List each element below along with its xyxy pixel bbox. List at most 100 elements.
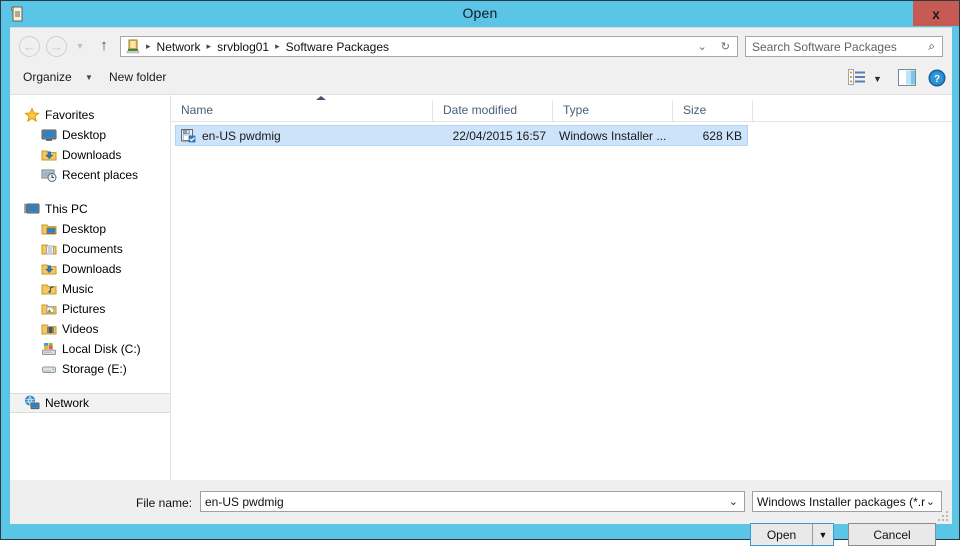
computer-icon xyxy=(24,201,40,217)
sidebar-label: Pictures xyxy=(62,302,105,316)
breadcrumb-separator[interactable]: ▸ xyxy=(270,41,285,52)
search-input[interactable]: Search Software Packages ⌕ xyxy=(745,36,943,57)
downloads-folder-icon xyxy=(41,261,57,277)
file-list-pane[interactable]: Name Date modified Type Size xyxy=(171,95,952,480)
chevron-down-icon[interactable]: ▼ xyxy=(85,73,93,82)
sidebar-item-recent-places[interactable]: Recent places xyxy=(10,165,170,185)
pictures-folder-icon xyxy=(41,301,57,317)
sidebar-item-storage-e[interactable]: Storage (E:) xyxy=(10,359,170,379)
view-list-icon[interactable] xyxy=(848,69,866,85)
chevron-down-icon[interactable]: ⌄ xyxy=(691,40,714,53)
sidebar-spacer xyxy=(10,379,170,393)
column-header-type[interactable]: Type xyxy=(553,100,673,121)
file-name-input[interactable]: en-US pwdmig ⌄ xyxy=(200,491,745,512)
network-globe-icon xyxy=(24,395,40,411)
open-file-dialog-window: Open x ← → ▼ ↑ ▸ Network ▸ xyxy=(0,0,960,540)
file-name-text: en-US pwdmig xyxy=(202,129,281,143)
command-toolbar: Organize ▼ New folder ▼ xyxy=(10,64,952,95)
sidebar-item-music[interactable]: Music xyxy=(10,279,170,299)
sidebar-spacer xyxy=(10,95,170,105)
sidebar-label: Music xyxy=(62,282,93,296)
search-placeholder: Search Software Packages xyxy=(752,40,928,54)
documents-folder-icon xyxy=(41,241,57,257)
sidebar-label: This PC xyxy=(45,202,88,216)
column-headers: Name Date modified Type Size xyxy=(171,100,952,122)
sidebar-label: Favorites xyxy=(45,108,94,122)
network-server-icon xyxy=(125,39,141,55)
sidebar-label: Desktop xyxy=(62,222,106,236)
chevron-down-icon[interactable]: ⌄ xyxy=(729,495,738,508)
open-dropdown-arrow[interactable]: ▼ xyxy=(812,524,833,545)
open-button-label: Open xyxy=(751,528,812,542)
sidebar-item-desktop-pc[interactable]: Desktop xyxy=(10,219,170,239)
downloads-folder-icon xyxy=(41,147,57,163)
sidebar-item-documents[interactable]: Documents xyxy=(10,239,170,259)
dialog-footer: File name: en-US pwdmig ⌄ Windows Instal… xyxy=(10,480,952,524)
file-name-label: File name: xyxy=(136,496,192,510)
videos-folder-icon xyxy=(41,321,57,337)
sidebar-label: Videos xyxy=(62,322,98,336)
file-size-cell: 628 KB xyxy=(674,129,746,143)
sidebar-item-network[interactable]: Network xyxy=(10,393,170,413)
recent-locations-icon[interactable]: ▼ xyxy=(74,41,86,51)
navigation-bar: ← → ▼ ↑ ▸ Network ▸ srvblog01 ▸ So xyxy=(10,28,952,64)
desktop-monitor-icon xyxy=(41,127,57,143)
sidebar-label: Downloads xyxy=(62,148,121,162)
breadcrumb-separator[interactable]: ▸ xyxy=(202,41,217,52)
sidebar-item-videos[interactable]: Videos xyxy=(10,319,170,339)
organize-button[interactable]: Organize xyxy=(23,70,72,84)
breadcrumb-software-packages[interactable]: Software Packages xyxy=(285,40,390,54)
column-header-size[interactable]: Size xyxy=(673,100,753,121)
breadcrumb-separator[interactable]: ▸ xyxy=(141,41,156,52)
search-icon: ⌕ xyxy=(928,39,935,54)
column-header-date-modified[interactable]: Date modified xyxy=(433,100,553,121)
sidebar-label: Desktop xyxy=(62,128,106,142)
open-button[interactable]: Open ▼ xyxy=(750,523,834,546)
chevron-down-icon[interactable]: ⌄ xyxy=(926,495,935,508)
column-header-name[interactable]: Name xyxy=(171,100,433,121)
music-folder-icon xyxy=(41,281,57,297)
cancel-button[interactable]: Cancel xyxy=(848,523,936,546)
navigation-pane[interactable]: Favorites Desktop xyxy=(10,95,171,480)
table-row[interactable]: en-US pwdmig 22/04/2015 16:57 Windows In… xyxy=(175,125,748,146)
file-name-cell: en-US pwdmig xyxy=(176,128,434,144)
refresh-icon[interactable]: ↻ xyxy=(714,40,737,53)
file-type-filter-select[interactable]: Windows Installer packages (*.r ⌄ xyxy=(752,491,942,512)
preview-pane-icon[interactable] xyxy=(898,69,916,86)
svg-text:?: ? xyxy=(934,74,940,85)
sidebar-item-desktop[interactable]: Desktop xyxy=(10,125,170,145)
breadcrumb-network[interactable]: Network xyxy=(156,40,202,54)
sidebar-group-this-pc[interactable]: This PC xyxy=(10,199,170,219)
sidebar-item-local-disk-c[interactable]: Local Disk (C:) xyxy=(10,339,170,359)
sidebar-label: Storage (E:) xyxy=(62,362,127,376)
address-bar[interactable]: ▸ Network ▸ srvblog01 ▸ Software Package… xyxy=(120,36,738,57)
new-folder-button[interactable]: New folder xyxy=(109,70,166,84)
file-name-value: en-US pwdmig xyxy=(205,495,729,509)
desktop-folder-icon xyxy=(41,221,57,237)
breadcrumb-srvblog01[interactable]: srvblog01 xyxy=(216,40,270,54)
sidebar-item-pictures[interactable]: Pictures xyxy=(10,299,170,319)
chevron-down-icon[interactable]: ▼ xyxy=(873,74,882,84)
sidebar-label: Documents xyxy=(62,242,123,256)
local-disk-icon xyxy=(41,341,57,357)
windows-installer-icon xyxy=(180,128,196,144)
sidebar-item-downloads-pc[interactable]: Downloads xyxy=(10,259,170,279)
sidebar-item-downloads[interactable]: Downloads xyxy=(10,145,170,165)
up-button[interactable]: ↑ xyxy=(95,37,113,55)
file-type-cell: Windows Installer ... xyxy=(554,129,674,143)
recent-places-icon xyxy=(41,167,57,183)
forward-button[interactable]: → xyxy=(46,36,67,57)
close-button[interactable]: x xyxy=(913,1,959,26)
title-bar: Open x xyxy=(1,1,959,27)
back-button[interactable]: ← xyxy=(19,36,40,57)
dialog-client-area: ← → ▼ ↑ ▸ Network ▸ srvblog01 ▸ So xyxy=(10,27,952,524)
file-type-filter-value: Windows Installer packages (*.r xyxy=(757,495,926,509)
help-icon[interactable]: ? xyxy=(928,69,946,87)
window-title: Open xyxy=(1,5,959,21)
sidebar-label: Network xyxy=(45,396,89,410)
sidebar-group-favorites[interactable]: Favorites xyxy=(10,105,170,125)
sidebar-label: Recent places xyxy=(62,168,138,182)
sidebar-spacer xyxy=(10,185,170,199)
sidebar-label: Downloads xyxy=(62,262,121,276)
resize-grip[interactable] xyxy=(936,509,948,521)
